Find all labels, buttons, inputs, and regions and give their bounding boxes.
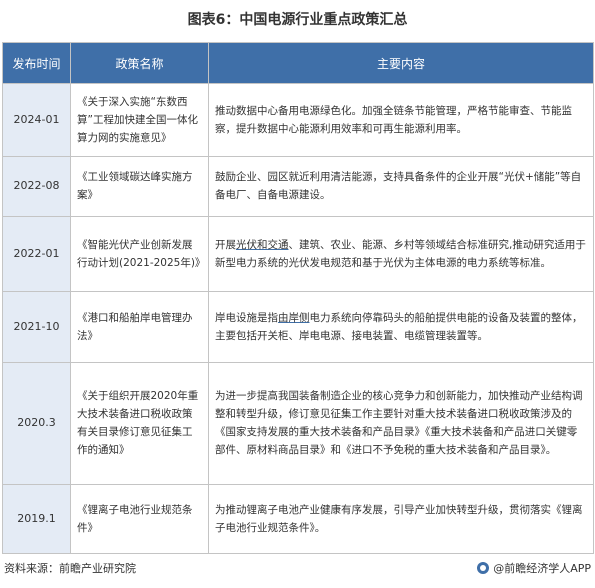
header-content: 主要内容 — [208, 42, 594, 84]
row-date: 2022-01 — [2, 216, 71, 292]
row-date: 2022-08 — [2, 155, 71, 218]
content-text: 岸电设施是指 — [215, 311, 278, 324]
row-content: 推动数据中心备用电源绿色化。加强全链条节能管理，严格节能审查、节能监察，提升数据… — [208, 83, 594, 157]
row-policy: 《港口和船舶岸电管理办法》 — [70, 290, 209, 363]
footer: 资料来源：前瞻产业研究院 @前瞻经济学人APP — [4, 558, 591, 578]
header-policy: 政策名称 — [70, 42, 209, 84]
row-date: 2020.3 — [2, 361, 71, 486]
brand: @前瞻经济学人APP — [477, 560, 591, 576]
underlined-text: 由岸侧 — [278, 311, 310, 324]
row-date: 2024-01 — [2, 83, 71, 157]
brand-logo-icon — [477, 562, 490, 574]
header-date: 发布时间 — [2, 42, 71, 84]
row-content: 岸电设施是指由岸侧电力系统向停靠码头的船舶提供电能的设备及装置的整体，主要包括开… — [208, 290, 594, 363]
row-policy: 《锂离子电池行业规范条件》 — [70, 484, 209, 554]
table-row: 2019.1 《锂离子电池行业规范条件》 为推动锂离子电池产业健康有序发展，引导… — [2, 484, 594, 554]
table-row: 2022-01 《智能光伏产业创新发展行动计划(2021-2025年)》 开展光… — [2, 216, 594, 292]
table-row: 2022-08 《工业领域碳达峰实施方案》 鼓励企业、园区就近利用清洁能源，支持… — [2, 155, 594, 218]
table-row: 2020.3 《关于组织开展2020年重大技术装备进口税收政策有关目录修订意见征… — [2, 361, 594, 486]
source-note: 资料来源：前瞻产业研究院 — [4, 562, 136, 575]
underlined-text: 光伏和交通 — [236, 239, 289, 251]
table-header-row: 发布时间 政策名称 主要内容 — [2, 42, 594, 84]
row-policy: 《工业领域碳达峰实施方案》 — [70, 155, 209, 218]
row-policy: 《关于深入实施“东数西算”工程加快建全国一体化算力网的实施意见》 — [70, 83, 209, 157]
chart-title: 图表6：中国电源行业重点政策汇总 — [187, 12, 408, 28]
row-policy: 《智能光伏产业创新发展行动计划(2021-2025年)》 — [70, 216, 209, 292]
row-content: 为进一步提高我国装备制造企业的核心竞争力和创新能力，加快推动产业结构调整和转型升… — [208, 361, 594, 486]
brand-label: @前瞻经济学人APP — [493, 562, 591, 575]
page: 图表6：中国电源行业重点政策汇总 发布时间 政策名称 主要内容 2024-01 … — [0, 0, 595, 588]
table-row: 2024-01 《关于深入实施“东数西算”工程加快建全国一体化算力网的实施意见》… — [2, 83, 594, 157]
content-text: 开展 — [215, 239, 236, 251]
row-date: 2019.1 — [2, 484, 71, 554]
row-policy: 《关于组织开展2020年重大技术装备进口税收政策有关目录修订意见征集工作的通知》 — [70, 361, 209, 486]
row-content: 为推动锂离子电池产业健康有序发展，引导产业加快转型升级，贯彻落实《锂离子电池行业… — [208, 484, 594, 554]
row-date: 2021-10 — [2, 290, 71, 363]
table-row: 2021-10 《港口和船舶岸电管理办法》 岸电设施是指由岸侧电力系统向停靠码头… — [2, 290, 594, 363]
row-content: 鼓励企业、园区就近利用清洁能源，支持具备条件的企业开展“光伏+储能”等自备电厂、… — [208, 155, 594, 218]
policy-table: 发布时间 政策名称 主要内容 2024-01 《关于深入实施“东数西算”工程加快… — [2, 42, 594, 554]
row-content: 开展光伏和交通、建筑、农业、能源、乡村等领域结合标准研究,推动研究适用于新型电力… — [208, 216, 594, 292]
